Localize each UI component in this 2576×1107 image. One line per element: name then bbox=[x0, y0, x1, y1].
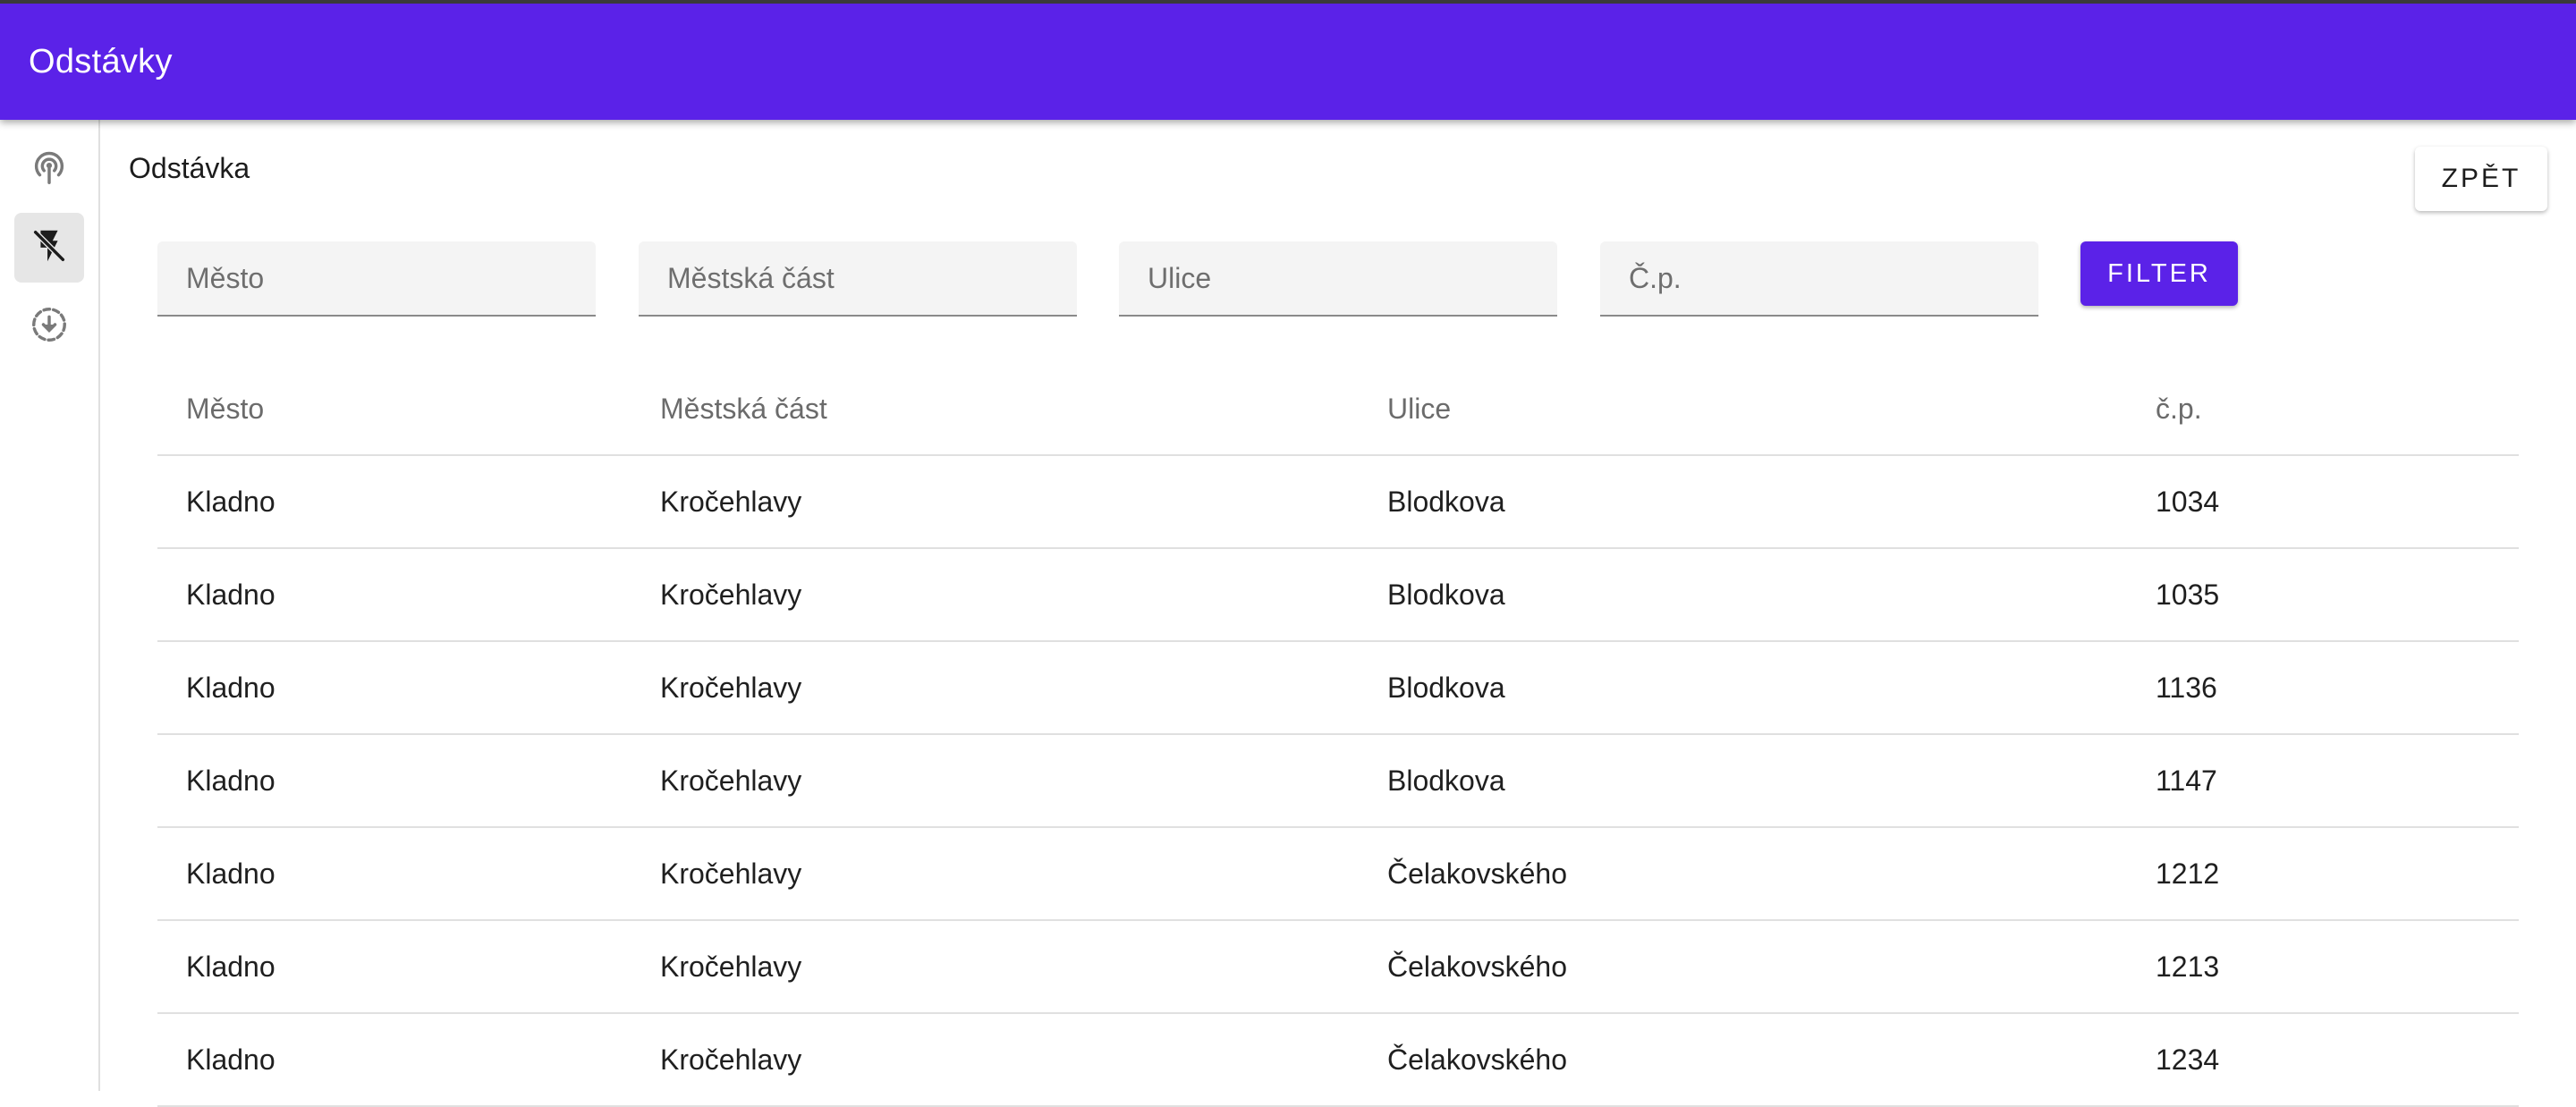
cell-street: Blodkova bbox=[1387, 735, 1505, 826]
cell-house-number: 1147 bbox=[2156, 735, 2217, 826]
column-header-district[interactable]: Městská část bbox=[660, 363, 827, 454]
cell-street: Čelakovského bbox=[1387, 921, 1567, 1012]
column-header-street[interactable]: Ulice bbox=[1387, 363, 1451, 454]
cell-district: Kročehlavy bbox=[660, 1014, 801, 1105]
cell-street: Čelakovského bbox=[1387, 828, 1567, 919]
rail-item-antenna[interactable] bbox=[14, 134, 84, 204]
cell-street: Blodkova bbox=[1387, 642, 1505, 733]
page-title: Odstávka bbox=[129, 152, 250, 185]
house-number-input[interactable] bbox=[1600, 241, 2038, 315]
cell-street: Blodkova bbox=[1387, 456, 1505, 547]
table-row[interactable]: Kladno Kročehlavy Blodkova 1035 bbox=[157, 549, 2519, 642]
cell-city: Kladno bbox=[186, 828, 275, 919]
district-input[interactable] bbox=[639, 241, 1077, 315]
district-field[interactable] bbox=[639, 241, 1077, 317]
cell-house-number: 1035 bbox=[2156, 549, 2219, 640]
column-header-city[interactable]: Město bbox=[186, 363, 264, 454]
table-row[interactable]: Kladno Kročehlavy Blodkova 1147 bbox=[157, 735, 2519, 828]
table-row[interactable]: Kladno Kročehlavy Blodkova 1136 bbox=[157, 642, 2519, 735]
table-row[interactable]: Kladno Kročehlavy Čelakovského 1213 bbox=[157, 921, 2519, 1014]
city-field[interactable] bbox=[157, 241, 596, 317]
flash-off-icon bbox=[29, 225, 70, 271]
cell-city: Kladno bbox=[186, 1014, 275, 1105]
street-input[interactable] bbox=[1119, 241, 1557, 315]
cell-city: Kladno bbox=[186, 456, 275, 547]
cell-house-number: 1213 bbox=[2156, 921, 2219, 1012]
cell-district: Kročehlavy bbox=[660, 456, 801, 547]
cell-city: Kladno bbox=[186, 642, 275, 733]
antenna-icon bbox=[29, 147, 70, 192]
house-number-field[interactable] bbox=[1600, 241, 2038, 317]
cell-district: Kročehlavy bbox=[660, 735, 801, 826]
cell-city: Kladno bbox=[186, 735, 275, 826]
cell-city: Kladno bbox=[186, 549, 275, 640]
table-row[interactable]: Kladno Kročehlavy Čelakovského 1212 bbox=[157, 828, 2519, 921]
cell-house-number: 1212 bbox=[2156, 828, 2219, 919]
column-header-house-number[interactable]: č.p. bbox=[2156, 363, 2202, 454]
cell-street: Blodkova bbox=[1387, 549, 1505, 640]
table-row[interactable]: Kladno Kročehlavy Blodkova 1034 bbox=[157, 456, 2519, 549]
app-bar: Odstávky bbox=[0, 0, 2576, 120]
cell-house-number: 1234 bbox=[2156, 1014, 2219, 1105]
street-field[interactable] bbox=[1119, 241, 1557, 317]
download-circle-icon bbox=[29, 304, 70, 350]
cell-district: Kročehlavy bbox=[660, 549, 801, 640]
cell-street: Čelakovského bbox=[1387, 1014, 1567, 1105]
main-content: Odstávka ZPĚT FILTER Město Městská část … bbox=[100, 120, 2576, 1091]
cell-district: Kročehlavy bbox=[660, 921, 801, 1012]
rail-item-outages[interactable] bbox=[14, 213, 84, 283]
city-input[interactable] bbox=[157, 241, 596, 315]
table-header: Město Městská část Ulice č.p. bbox=[157, 363, 2519, 456]
back-button[interactable]: ZPĚT bbox=[2415, 147, 2547, 211]
app-title: Odstávky bbox=[29, 43, 173, 81]
table-row[interactable]: Kladno Kročehlavy Čelakovského 1234 bbox=[157, 1014, 2519, 1107]
outage-table: Město Městská část Ulice č.p. Kladno Kro… bbox=[157, 363, 2519, 1107]
cell-district: Kročehlavy bbox=[660, 642, 801, 733]
cell-house-number: 1034 bbox=[2156, 456, 2219, 547]
filter-button[interactable]: FILTER bbox=[2080, 241, 2238, 306]
cell-house-number: 1136 bbox=[2156, 642, 2217, 733]
rail-item-download[interactable] bbox=[14, 292, 84, 361]
cell-city: Kladno bbox=[186, 921, 275, 1012]
navigation-rail bbox=[0, 120, 100, 1091]
cell-district: Kročehlavy bbox=[660, 828, 801, 919]
